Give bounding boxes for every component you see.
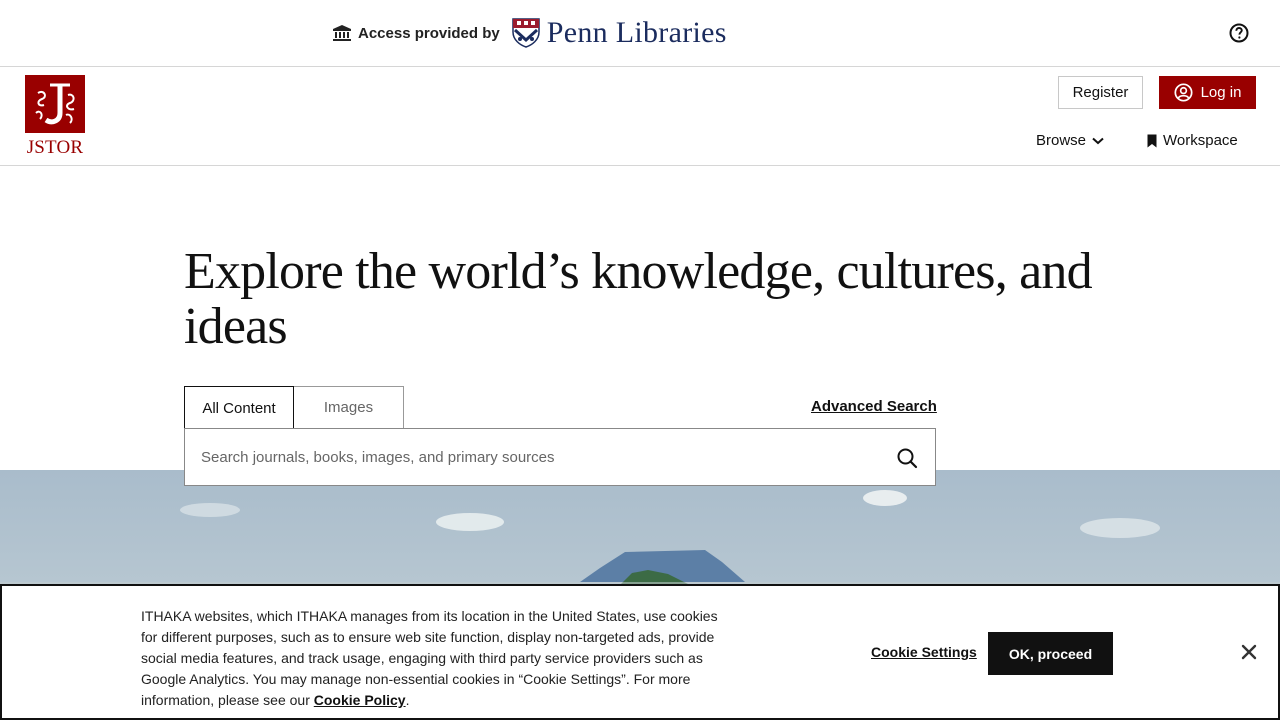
- cookie-banner-text: ITHAKA websites, which ITHAKA manages fr…: [141, 608, 718, 708]
- jstor-logo[interactable]: JSTOR: [24, 75, 86, 161]
- search-icon[interactable]: [895, 446, 919, 470]
- tab-images[interactable]: Images: [294, 386, 404, 428]
- cookie-settings-button[interactable]: Cookie Settings: [871, 644, 977, 660]
- register-button[interactable]: Register: [1058, 76, 1143, 109]
- tab-all-content[interactable]: All Content: [184, 386, 294, 429]
- access-provided: Access provided by Penn Libraries: [332, 16, 727, 50]
- browse-menu[interactable]: Browse: [1036, 132, 1104, 149]
- cookie-policy-link[interactable]: Cookie Policy: [314, 692, 406, 708]
- help-icon[interactable]: [1229, 23, 1249, 43]
- penn-shield-icon: [511, 18, 540, 48]
- bank-icon: [333, 25, 351, 41]
- access-bar: Access provided by Penn Libraries: [0, 0, 1280, 67]
- chevron-down-icon: [1092, 137, 1104, 144]
- login-label: Log in: [1200, 84, 1242, 101]
- workspace-label: Workspace: [1163, 132, 1238, 149]
- search-box: [184, 428, 936, 486]
- advanced-search-link[interactable]: Advanced Search: [811, 398, 937, 415]
- user-icon: [1174, 83, 1193, 102]
- jstor-logo-emblem: [25, 75, 85, 133]
- page-title: Explore the world’s knowledge, cultures,…: [184, 243, 1093, 355]
- cookie-ok-button[interactable]: OK, proceed: [988, 632, 1113, 675]
- browse-label: Browse: [1036, 132, 1087, 149]
- cookie-banner-message: ITHAKA websites, which ITHAKA manages fr…: [141, 608, 718, 708]
- bookmark-icon: [1147, 134, 1157, 147]
- close-icon[interactable]: [1241, 644, 1257, 660]
- jstor-j-emblem-icon: [35, 83, 75, 125]
- cookie-banner: ITHAKA websites, which ITHAKA manages fr…: [0, 584, 1280, 720]
- workspace-link[interactable]: Workspace: [1147, 132, 1238, 149]
- access-provided-label: Access provided by: [358, 24, 500, 42]
- institution-name[interactable]: Penn Libraries: [547, 16, 727, 50]
- search-input[interactable]: [185, 429, 885, 485]
- jstor-logo-text: JSTOR: [26, 137, 84, 158]
- login-button[interactable]: Log in: [1159, 76, 1256, 109]
- site-header: JSTOR Register Log in Browse Workspace: [0, 67, 1280, 166]
